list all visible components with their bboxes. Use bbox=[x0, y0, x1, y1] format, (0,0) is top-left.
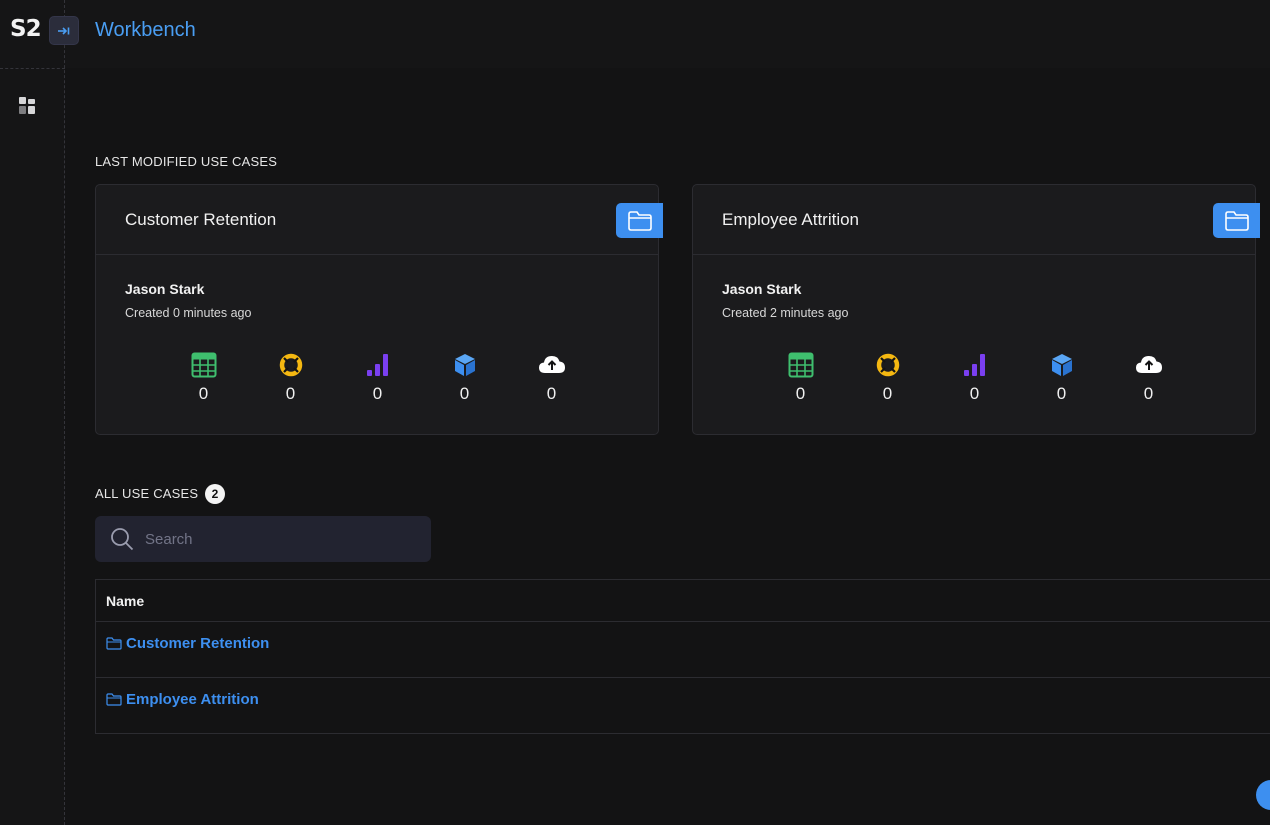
card-stats: 0 0 0 0 0 bbox=[160, 351, 595, 404]
stat-datasets[interactable]: 0 bbox=[160, 351, 247, 404]
row-name: Employee Attrition bbox=[126, 691, 259, 708]
search-box[interactable] bbox=[95, 516, 431, 562]
stat-charts[interactable]: 0 bbox=[334, 351, 421, 404]
card-title[interactable]: Customer Retention bbox=[125, 210, 276, 230]
last-modified-heading: LAST MODIFIED USE CASES bbox=[95, 154, 278, 169]
stat-value: 0 bbox=[795, 384, 806, 403]
arrow-right-icon bbox=[58, 26, 70, 35]
stat-value: 0 bbox=[459, 384, 470, 403]
bar-chart-icon bbox=[963, 354, 985, 376]
stat-value: 0 bbox=[1143, 384, 1154, 403]
stat-models[interactable]: 0 bbox=[421, 351, 508, 404]
table-icon bbox=[788, 352, 813, 378]
use-case-card[interactable]: Customer Retention Jason Stark Created 0… bbox=[95, 184, 663, 435]
app-logo[interactable]: S2 bbox=[10, 16, 42, 42]
stat-charts[interactable]: 0 bbox=[931, 351, 1018, 404]
card-owner: Jason Stark bbox=[125, 281, 205, 297]
stat-models[interactable]: 0 bbox=[1018, 351, 1105, 404]
cube-icon bbox=[1051, 354, 1072, 376]
use-case-card[interactable]: Employee Attrition Jason Stark Created 2… bbox=[692, 184, 1260, 435]
use-cases-table: Name Customer Retention Employee Attriti… bbox=[95, 579, 1270, 734]
stat-value: 0 bbox=[198, 384, 209, 403]
folder-icon bbox=[106, 637, 122, 650]
stat-value: 0 bbox=[1056, 384, 1067, 403]
stat-deployments[interactable]: 0 bbox=[508, 351, 595, 404]
lifebuoy-icon bbox=[279, 353, 302, 377]
table-icon bbox=[191, 352, 216, 378]
card-created: Created 2 minutes ago bbox=[722, 306, 849, 320]
card-created: Created 0 minutes ago bbox=[125, 306, 252, 320]
page-title[interactable]: Workbench bbox=[95, 19, 196, 42]
folder-icon bbox=[106, 693, 122, 706]
cloud-upload-icon bbox=[1135, 356, 1162, 373]
folder-button[interactable] bbox=[1213, 203, 1260, 238]
stat-explorations[interactable]: 0 bbox=[247, 351, 334, 404]
lifebuoy-icon bbox=[876, 353, 899, 377]
floating-action-button[interactable] bbox=[1256, 780, 1270, 810]
stat-value: 0 bbox=[372, 384, 383, 403]
use-case-link[interactable]: Customer Retention bbox=[106, 635, 269, 652]
folder-icon bbox=[1224, 210, 1249, 231]
sidebar-toggle-button[interactable] bbox=[49, 16, 79, 45]
folder-button[interactable] bbox=[616, 203, 663, 238]
stat-value: 0 bbox=[969, 384, 980, 403]
bar-chart-icon bbox=[366, 354, 388, 376]
stat-value: 0 bbox=[285, 384, 296, 403]
cube-icon bbox=[454, 354, 475, 376]
sidebar-divider bbox=[0, 68, 65, 69]
stat-deployments[interactable]: 0 bbox=[1105, 351, 1192, 404]
card-title[interactable]: Employee Attrition bbox=[722, 210, 859, 230]
count-badge: 2 bbox=[205, 484, 225, 504]
top-header bbox=[65, 0, 1270, 68]
stat-value: 0 bbox=[546, 384, 557, 403]
card-header: Customer Retention bbox=[96, 185, 663, 255]
card-header: Employee Attrition bbox=[693, 185, 1260, 255]
card-stats: 0 0 0 0 0 bbox=[757, 351, 1192, 404]
stat-value: 0 bbox=[882, 384, 893, 403]
table-row: Customer Retention bbox=[96, 622, 1270, 678]
row-name: Customer Retention bbox=[126, 635, 270, 652]
column-header-name[interactable]: Name bbox=[96, 580, 1270, 622]
use-case-link[interactable]: Employee Attrition bbox=[106, 691, 259, 708]
card-owner: Jason Stark bbox=[722, 281, 802, 297]
stat-explorations[interactable]: 0 bbox=[844, 351, 931, 404]
cloud-upload-icon bbox=[538, 356, 565, 373]
folder-icon bbox=[627, 210, 652, 231]
search-input[interactable] bbox=[145, 516, 415, 562]
dashboard-nav-icon[interactable] bbox=[19, 97, 37, 115]
all-use-cases-heading: ALL USE CASES bbox=[95, 486, 199, 501]
stat-datasets[interactable]: 0 bbox=[757, 351, 844, 404]
sidebar: S2 bbox=[0, 0, 65, 825]
search-icon bbox=[111, 528, 134, 551]
table-row: Employee Attrition bbox=[96, 678, 1270, 734]
